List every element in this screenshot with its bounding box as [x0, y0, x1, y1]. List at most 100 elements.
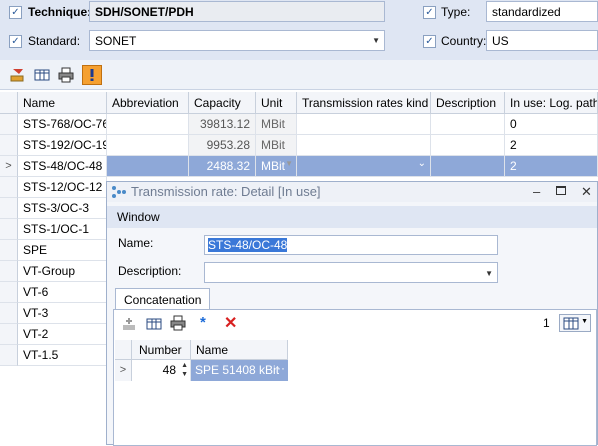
table-row-selected[interactable]: > STS-48/OC-48 2488.32 MBit ▼ ⌄ 2 [0, 156, 598, 177]
cell-capacity[interactable]: 2488.32 [189, 156, 256, 177]
chevron-down-icon[interactable]: ⌄ [418, 158, 426, 169]
chevron-down-icon: ▼ [372, 36, 380, 45]
current-row-arrow-icon[interactable]: > [115, 360, 132, 381]
ellipsis-icon[interactable]: ··· [273, 361, 285, 375]
cell-in-use[interactable]: 2 [505, 156, 598, 177]
row-indicator[interactable] [0, 261, 18, 282]
page-number: 1 [543, 316, 550, 330]
standard-label: Standard: [28, 34, 81, 48]
country-field[interactable]: US [486, 30, 598, 51]
cell-capacity[interactable]: 39813.12 [189, 114, 256, 135]
type-label: Type: [441, 5, 471, 19]
cell-name[interactable]: VT-2 [18, 324, 107, 345]
country-checkbox[interactable]: ✓ [423, 35, 436, 48]
cell-kind[interactable] [297, 114, 431, 135]
column-header-unit[interactable]: Unit [256, 92, 297, 114]
cell-capacity[interactable]: 9953.28 [189, 135, 256, 156]
cell-name[interactable]: STS-3/OC-3 [18, 198, 107, 219]
chevron-down-icon[interactable]: ▼ [485, 266, 493, 282]
asterisk-icon[interactable]: * [200, 314, 206, 331]
print-icon[interactable] [170, 315, 186, 334]
description-label: Description: [118, 264, 182, 278]
name-label: Name: [118, 236, 154, 250]
row-indicator[interactable] [0, 177, 18, 198]
row-indicator[interactable] [0, 303, 18, 324]
dialog-title-bar[interactable]: Transmission rate: Detail [In use] – ✕ [107, 182, 597, 202]
cell-name[interactable]: STS-1/OC-1 [18, 219, 107, 240]
chevron-down-icon[interactable]: ▼ [285, 159, 293, 168]
row-indicator[interactable] [0, 324, 18, 345]
cell-kind[interactable] [297, 135, 431, 156]
filter-icon[interactable] [8, 65, 28, 85]
column-chooser-button[interactable]: ▼ [559, 314, 591, 332]
cell-in-use[interactable]: 0 [505, 114, 598, 135]
close-icon[interactable]: ✕ [581, 182, 592, 202]
name-input-value: STS-48/OC-48 [208, 238, 288, 252]
cell-name[interactable]: VT-Group [18, 261, 107, 282]
cell-sub-name[interactable]: SPE 51408 kBit ··· [191, 360, 288, 381]
cell-name[interactable]: STS-12/OC-12 [18, 177, 107, 198]
cell-unit[interactable]: MBit ▼ [256, 156, 297, 177]
sub-row-indicator-header [115, 340, 132, 360]
cell-in-use[interactable]: 2 [505, 135, 598, 156]
cell-name[interactable]: STS-192/OC-192 [18, 135, 107, 156]
cell-unit[interactable]: MBit [256, 135, 297, 156]
standard-checkbox[interactable]: ✓ [9, 35, 22, 48]
concatenation-panel: * ✕ 1 ▼ Number Name > 48 ▲ ▼ SPE 51408 kB… [113, 309, 597, 446]
columns-icon[interactable] [146, 316, 162, 335]
cell-name[interactable]: SPE [18, 240, 107, 261]
tab-concatenation[interactable]: Concatenation [115, 288, 210, 310]
alert-icon[interactable] [82, 65, 102, 85]
add-icon[interactable] [122, 316, 138, 335]
cell-abbreviation[interactable] [107, 114, 189, 135]
cell-name[interactable]: VT-3 [18, 303, 107, 324]
column-header-description[interactable]: Description [431, 92, 505, 114]
cell-description[interactable] [431, 114, 505, 135]
cell-abbreviation[interactable] [107, 135, 189, 156]
cell-kind[interactable]: ⌄ [297, 156, 431, 177]
cell-description[interactable] [431, 156, 505, 177]
column-header-name[interactable]: Name [18, 92, 107, 114]
row-indicator[interactable] [0, 240, 18, 261]
delete-icon[interactable]: ✕ [224, 313, 237, 333]
column-header-abbreviation[interactable]: Abbreviation [107, 92, 189, 114]
technique-field[interactable]: SDH/SONET/PDH [89, 1, 385, 22]
cell-abbreviation[interactable] [107, 156, 189, 177]
description-dropdown[interactable]: ▼ [204, 262, 498, 283]
current-row-arrow-icon[interactable]: > [0, 156, 18, 177]
column-header-sub-name[interactable]: Name [191, 340, 288, 360]
column-header-transmission-rates-kind[interactable]: Transmission rates kind [297, 92, 431, 114]
cell-name[interactable]: VT-1.5 [18, 345, 107, 366]
columns-icon[interactable] [32, 65, 52, 85]
table-row[interactable]: STS-192/OC-192 9953.28 MBit 2 [0, 135, 598, 156]
row-indicator[interactable] [0, 114, 18, 135]
row-indicator[interactable] [0, 282, 18, 303]
row-indicator[interactable] [0, 198, 18, 219]
cell-name[interactable]: STS-768/OC-768 [18, 114, 107, 135]
cell-name[interactable]: STS-48/OC-48 [18, 156, 107, 177]
table-row[interactable]: STS-768/OC-768 39813.12 MBit 0 [0, 114, 598, 135]
dialog-title: Transmission rate: Detail [In use] [131, 184, 321, 199]
name-input[interactable]: STS-48/OC-48 [204, 235, 498, 255]
cell-number[interactable]: 48 ▲ ▼ [132, 360, 191, 381]
row-indicator[interactable] [0, 219, 18, 240]
print-icon[interactable] [56, 65, 76, 85]
row-indicator[interactable] [0, 345, 18, 366]
app-icon [111, 185, 127, 205]
cell-name[interactable]: VT-6 [18, 282, 107, 303]
standard-dropdown[interactable]: SONET ▼ [89, 30, 385, 51]
country-label: Country: [441, 34, 487, 48]
cell-sub-name-value: SPE 51408 kBit [195, 363, 280, 377]
column-header-in-use[interactable]: In use: Log. paths [505, 92, 598, 114]
column-header-capacity[interactable]: Capacity [189, 92, 256, 114]
spinner-icon[interactable]: ▲ ▼ [181, 361, 188, 379]
maximize-icon[interactable] [556, 186, 566, 195]
type-field[interactable]: standardized [486, 1, 598, 22]
technique-checkbox[interactable]: ✓ [9, 6, 22, 19]
column-header-number[interactable]: Number [132, 340, 191, 360]
cell-unit[interactable]: MBit [256, 114, 297, 135]
minimize-icon[interactable]: – [533, 182, 540, 202]
cell-description[interactable] [431, 135, 505, 156]
row-indicator[interactable] [0, 135, 18, 156]
type-checkbox[interactable]: ✓ [423, 6, 436, 19]
